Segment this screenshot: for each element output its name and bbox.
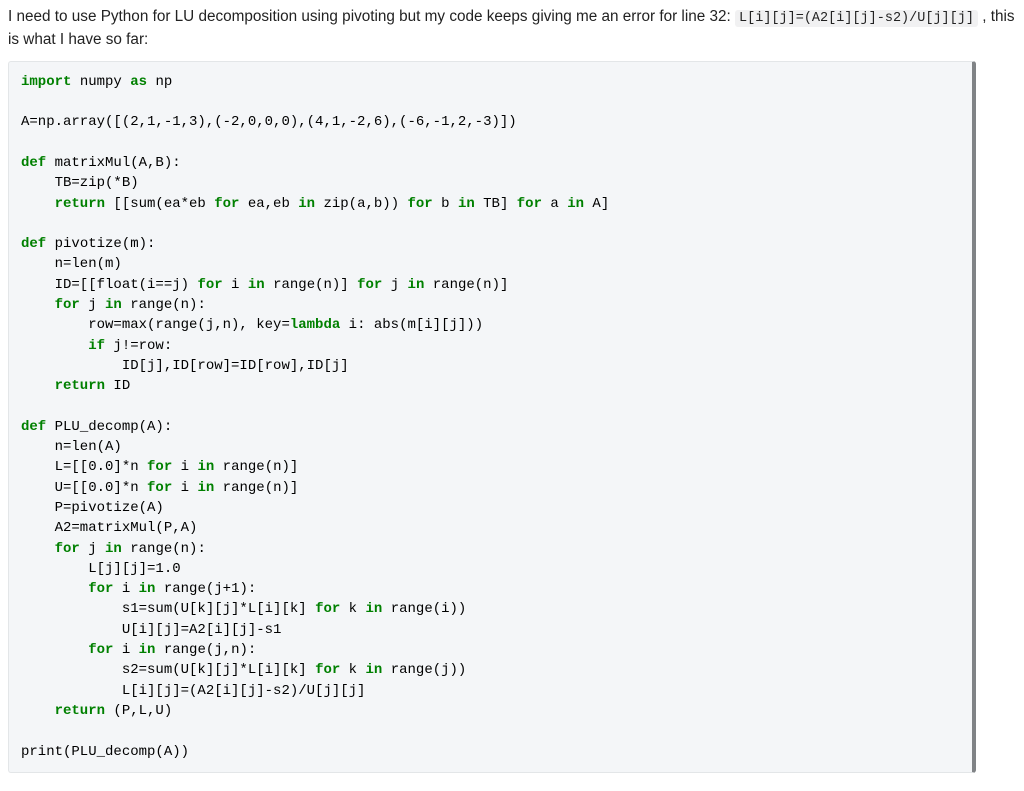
kw-in: in: [408, 277, 425, 293]
kw-return: return: [21, 196, 105, 212]
kw-return: return: [21, 378, 105, 394]
code-text: L=[[0.0]*n: [21, 459, 147, 475]
code-text: ID[j],ID[row]=ID[row],ID[j]: [21, 358, 349, 374]
kw-in: in: [139, 581, 156, 597]
code-text: U[i][j]=A2[i][j]-s1: [21, 622, 281, 638]
code-text: print(PLU_decomp(A)): [21, 744, 189, 760]
kw-for: for: [315, 601, 340, 617]
code-text: range(n)]: [424, 277, 508, 293]
code-text: k: [340, 601, 365, 617]
code-text: pivotize(m):: [46, 236, 155, 252]
kw-in: in: [197, 459, 214, 475]
kw-def: def: [21, 419, 46, 435]
code-block: import numpy as np A=np.array([(2,1,-1,3…: [21, 72, 960, 762]
code-text: TB=zip(*B): [21, 175, 139, 191]
kw-in: in: [105, 297, 122, 313]
code-text: i: [172, 480, 197, 496]
kw-for: for: [21, 581, 113, 597]
code-text: i: [223, 277, 248, 293]
kw-in: in: [366, 601, 383, 617]
code-text: range(n)]: [214, 459, 298, 475]
kw-import: import: [21, 74, 71, 90]
code-text: range(n)]: [265, 277, 357, 293]
kw-for: for: [197, 277, 222, 293]
code-text: ID=[[float(i==j): [21, 277, 197, 293]
kw-in: in: [567, 196, 584, 212]
code-text: b: [433, 196, 458, 212]
kw-for: for: [21, 297, 80, 313]
question-prefix: I need to use Python for LU decompositio…: [8, 8, 735, 25]
code-text: TB]: [475, 196, 517, 212]
kw-for: for: [147, 459, 172, 475]
code-text: zip(a,b)): [315, 196, 407, 212]
kw-for: for: [408, 196, 433, 212]
code-text: matrixMul(A,B):: [46, 155, 180, 171]
code-text: range(j,n):: [155, 642, 256, 658]
kw-for: for: [315, 662, 340, 678]
question-text: I need to use Python for LU decompositio…: [8, 6, 1016, 51]
kw-for: for: [517, 196, 542, 212]
code-text: s2=sum(U[k][j]*L[i][k]: [21, 662, 315, 678]
code-text: range(i)): [382, 601, 466, 617]
kw-in: in: [139, 642, 156, 658]
code-text: j: [80, 297, 105, 313]
code-text: range(n):: [122, 541, 206, 557]
code-text: a: [542, 196, 567, 212]
code-text: i: abs(m[i][j])): [340, 317, 483, 333]
kw-if: if: [21, 338, 105, 354]
kw-lambda: lambda: [290, 317, 340, 333]
kw-in: in: [248, 277, 265, 293]
code-text: A2=matrixMul(P,A): [21, 520, 197, 536]
kw-in: in: [458, 196, 475, 212]
code-text: range(n)]: [214, 480, 298, 496]
code-text: np: [147, 74, 172, 90]
code-text: j: [80, 541, 105, 557]
inline-code: L[i][j]=(A2[i][j]-s2)/U[j][j]: [735, 10, 978, 27]
code-text: j: [382, 277, 407, 293]
code-text: U=[[0.0]*n: [21, 480, 147, 496]
kw-for: for: [147, 480, 172, 496]
kw-return: return: [21, 703, 105, 719]
code-text: ea,eb: [239, 196, 298, 212]
code-text: i: [172, 459, 197, 475]
code-text: j!=row:: [105, 338, 172, 354]
code-text: numpy: [71, 74, 130, 90]
kw-as: as: [130, 74, 147, 90]
kw-in: in: [197, 480, 214, 496]
code-text: P=pivotize(A): [21, 500, 164, 516]
code-text: row=max(range(j,n), key=: [21, 317, 290, 333]
kw-for: for: [21, 541, 80, 557]
code-block-container: import numpy as np A=np.array([(2,1,-1,3…: [8, 61, 976, 773]
code-text: L[j][j]=1.0: [21, 561, 181, 577]
kw-for: for: [357, 277, 382, 293]
kw-def: def: [21, 236, 46, 252]
kw-for: for: [21, 642, 113, 658]
kw-for: for: [214, 196, 239, 212]
code-text: s1=sum(U[k][j]*L[i][k]: [21, 601, 315, 617]
code-text: k: [340, 662, 365, 678]
code-text: A=np.array([(2,1,-1,3),(-2,0,0,0),(4,1,-…: [21, 114, 517, 130]
code-text: n=len(m): [21, 256, 122, 272]
code-text: range(j)): [382, 662, 466, 678]
code-text: L[i][j]=(A2[i][j]-s2)/U[j][j]: [21, 683, 365, 699]
kw-in: in: [298, 196, 315, 212]
kw-in: in: [105, 541, 122, 557]
kw-in: in: [366, 662, 383, 678]
code-text: i: [113, 642, 138, 658]
code-text: n=len(A): [21, 439, 122, 455]
code-text: i: [113, 581, 138, 597]
kw-def: def: [21, 155, 46, 171]
code-text: PLU_decomp(A):: [46, 419, 172, 435]
code-text: ID: [105, 378, 130, 394]
code-text: range(j+1):: [155, 581, 256, 597]
code-text: range(n):: [122, 297, 206, 313]
code-text: [[sum(ea*eb: [105, 196, 214, 212]
code-text: (P,L,U): [105, 703, 172, 719]
code-text: A]: [584, 196, 609, 212]
